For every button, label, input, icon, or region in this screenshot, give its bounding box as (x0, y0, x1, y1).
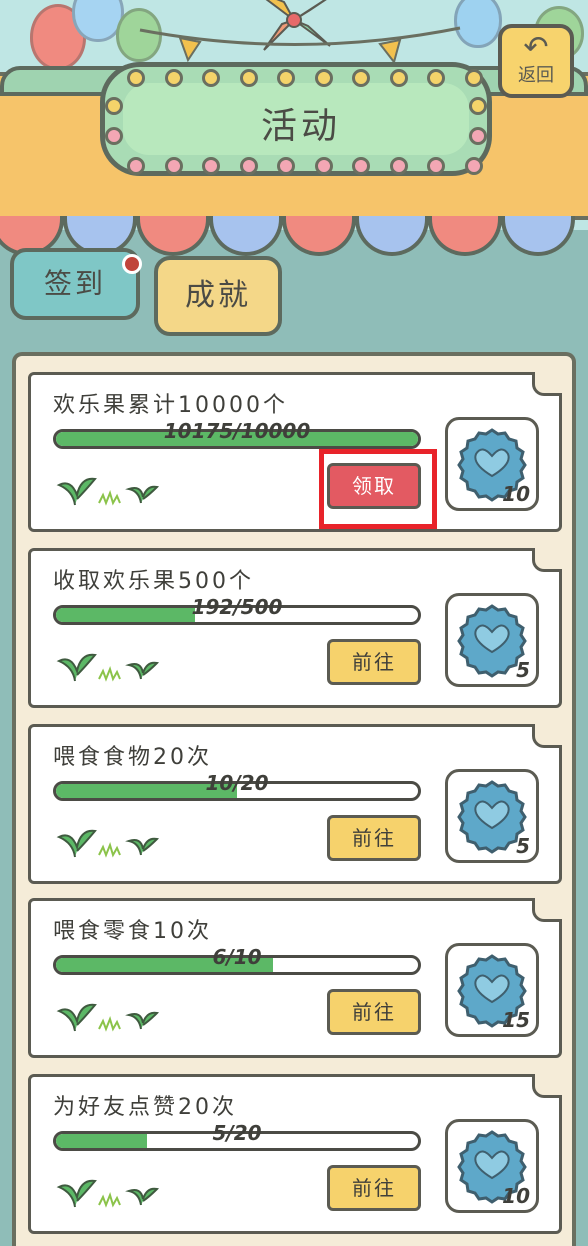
progress-text: 5/20 (212, 1121, 262, 1145)
tab-sign-in-label: 签到 (43, 267, 106, 300)
go-button[interactable]: 前往 (327, 815, 421, 861)
progress-text: 6/10 (212, 945, 262, 969)
reward-box: 10 (445, 1119, 539, 1213)
marquee-bulb (314, 69, 333, 87)
marquee-bulb (427, 157, 446, 175)
marquee-bulb (164, 69, 183, 87)
task-card: 为好友点赞20次 5/20 前往 10 (28, 1074, 562, 1234)
marquee-bulb (202, 157, 221, 175)
task-card: 喂食零食10次 6/10 前往 15 (28, 898, 562, 1058)
sprout-icon (56, 1003, 160, 1032)
task-card: 收取欢乐果500个 192/500 前往 5 (28, 548, 562, 708)
sprout-icon (56, 1179, 160, 1208)
progress-text: 10175/10000 (163, 419, 311, 443)
sprout-icon (56, 829, 160, 858)
claim-button[interactable]: 领取 (327, 463, 421, 509)
reward-count: 5 (516, 834, 530, 858)
marquee-bulb (389, 69, 408, 87)
task-title: 喂食食物20次 (53, 745, 212, 770)
marquee-bulb (465, 69, 483, 87)
marquee-bulb (202, 69, 221, 87)
marquee-bulb (127, 69, 145, 87)
reward-count: 5 (516, 658, 530, 682)
task-title: 为好友点赞20次 (53, 1095, 237, 1120)
marquee-bulb (239, 157, 258, 175)
progress-text: 10/20 (205, 771, 269, 795)
task-title: 欢乐果累计10000个 (53, 393, 288, 418)
card-fold (532, 898, 562, 922)
tab-achievements-label: 成就 (185, 278, 251, 313)
go-button[interactable]: 前往 (327, 1165, 421, 1211)
tab-achievements[interactable]: 成就 (154, 256, 282, 336)
scallop (209, 216, 283, 256)
sprout-icon (56, 653, 160, 682)
task-title: 喂食零食10次 (53, 919, 212, 944)
page-title: 活动 (260, 106, 341, 147)
marquee-bulb (239, 69, 258, 87)
progress-text: 192/500 (191, 595, 283, 619)
reward-box: 15 (445, 943, 539, 1037)
scallop (282, 216, 356, 256)
sprout-icon (56, 477, 160, 506)
marquee-bulb (389, 157, 408, 175)
scallop (501, 216, 575, 256)
card-fold (532, 548, 562, 572)
task-card: 喂食食物20次 10/20 前往 5 (28, 724, 562, 884)
scallop (355, 216, 429, 256)
back-button[interactable]: ↶ 返回 (498, 24, 574, 98)
marquee-bulb (277, 157, 296, 175)
notification-dot (122, 254, 142, 274)
marquee-bulb (465, 157, 483, 175)
scallop (136, 216, 210, 256)
reward-box: 5 (445, 593, 539, 687)
go-button[interactable]: 前往 (327, 989, 421, 1035)
title-board: 活动 (100, 62, 492, 176)
back-arrow-icon: ↶ (523, 30, 549, 65)
reward-count: 10 (502, 1184, 530, 1208)
marquee-bulb (314, 157, 333, 175)
marquee-bulb (352, 157, 371, 175)
reward-box: 10 (445, 417, 539, 511)
go-button[interactable]: 前往 (327, 639, 421, 685)
back-button-label: 返回 (518, 65, 554, 86)
task-title: 收取欢乐果500个 (53, 569, 254, 594)
scallop (428, 216, 502, 256)
marquee-bulb (127, 157, 145, 175)
card-fold (532, 1074, 562, 1098)
tab-sign-in[interactable]: 签到 (10, 248, 140, 320)
reward-box: 5 (445, 769, 539, 863)
card-fold (532, 724, 562, 748)
reward-count: 10 (502, 482, 530, 506)
reward-count: 15 (502, 1008, 530, 1032)
task-card: 欢乐果累计10000个 10175/10000 领取 10 (28, 372, 562, 532)
marquee-bulb (164, 157, 183, 175)
card-fold (532, 372, 562, 396)
